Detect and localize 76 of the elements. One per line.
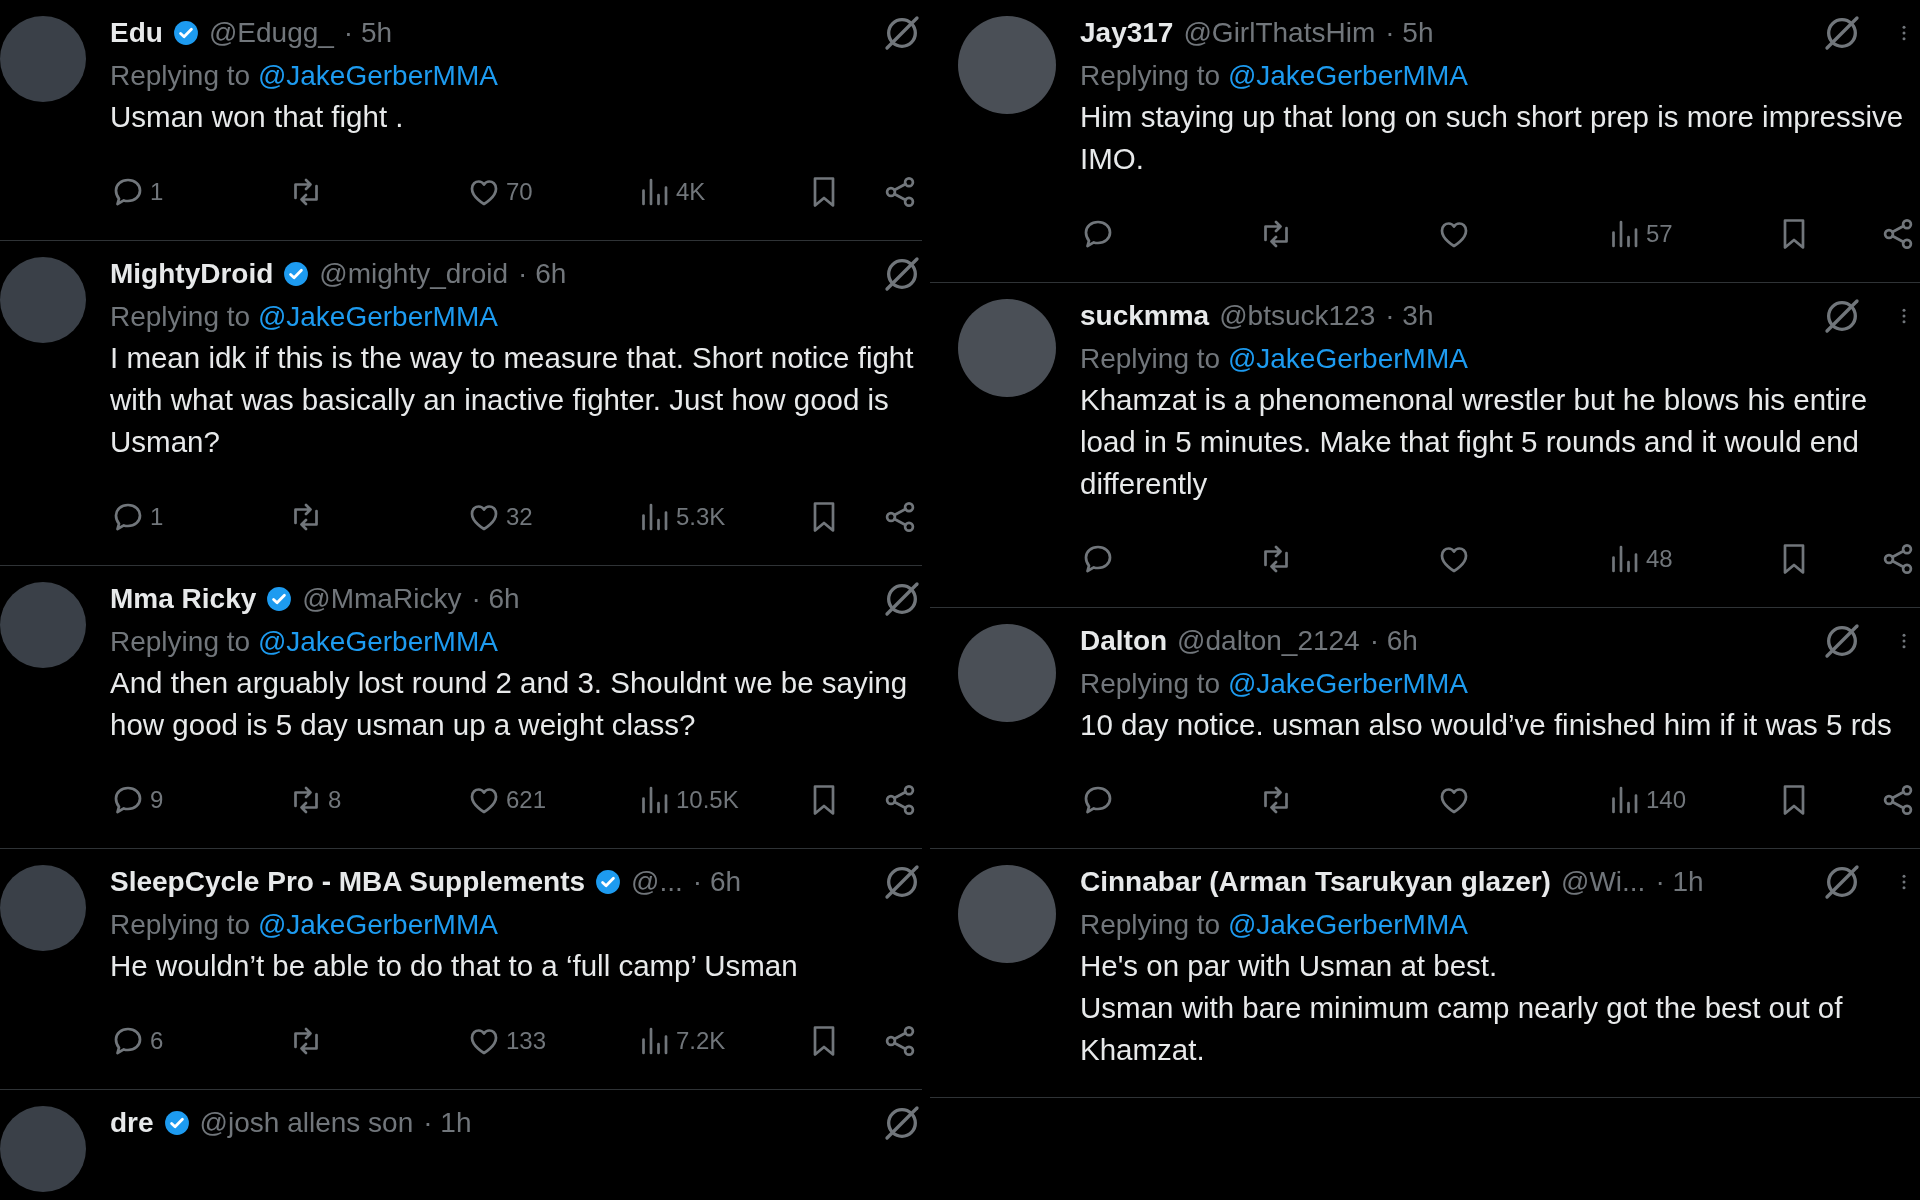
- slashed-circle-icon[interactable]: [882, 579, 922, 619]
- tweet-text: I mean idk if this is the way to measure that. Short notice fight with what was basically an inactive fighter. Just how good is Usman?: [110, 340, 915, 460]
- user-handle[interactable]: @josh allens son: [199, 1107, 414, 1139]
- views-count[interactable]: 7.2K: [636, 1023, 806, 1059]
- likes-button[interactable]: 32: [466, 499, 636, 535]
- replies-button[interactable]: 1: [110, 499, 288, 535]
- slashed-circle-icon[interactable]: [882, 862, 922, 902]
- views-count[interactable]: 10.5K: [636, 782, 806, 818]
- tweet-text: He's on par with Usman at best. Usman with bare minimum camp nearly got the best out of Khamzat.: [1080, 948, 1844, 1068]
- replying-to-line: Replying to @JakeGerberMMA: [1080, 667, 1469, 701]
- replying-to-line: Replying to @JakeGerberMMA: [1080, 342, 1469, 376]
- display-name[interactable]: Jay317: [1080, 17, 1174, 49]
- user-handle[interactable]: @mighty_droid: [319, 258, 509, 290]
- timestamp: · 6h: [518, 258, 567, 290]
- mention-link[interactable]: @JakeGerberMMA: [257, 301, 498, 332]
- replies-button[interactable]: 9: [110, 782, 288, 818]
- mention-link[interactable]: @JakeGerberMMA: [1227, 60, 1468, 91]
- tweet-text: 10 day notice. usman also would’ve finished him if it was 5 rds: [1080, 707, 1893, 743]
- slashed-circle-icon[interactable]: [882, 254, 922, 294]
- timestamp: · 5h: [1385, 17, 1434, 49]
- likes-button[interactable]: 621: [466, 782, 636, 818]
- slashed-circle-icon[interactable]: [1822, 13, 1862, 53]
- user-handle[interactable]: @Edugg_: [208, 17, 334, 49]
- tweet-text: He wouldn’t be able to do that to a ‘full camp’ Usman: [110, 948, 799, 984]
- replying-to-line: Replying to @JakeGerberMMA: [110, 625, 499, 659]
- user-handle[interactable]: @MmaRicky: [302, 583, 462, 615]
- slashed-circle-icon[interactable]: [1822, 296, 1862, 336]
- slashed-circle-icon[interactable]: [1822, 621, 1862, 661]
- display-name[interactable]: Cinnabar (Arman Tsarukyan glazer): [1080, 866, 1551, 898]
- user-handle[interactable]: @GirlThatsHim: [1183, 17, 1376, 49]
- display-name[interactable]: MightyDroid: [110, 258, 274, 290]
- slashed-circle-icon[interactable]: [882, 1103, 922, 1143]
- timestamp: · 5h: [343, 17, 393, 49]
- mention-link[interactable]: @JakeGerberMMA: [257, 60, 498, 91]
- mention-link[interactable]: @JakeGerberMMA: [1227, 668, 1468, 699]
- timestamp: · 6h: [1369, 625, 1418, 657]
- display-name[interactable]: Mma Ricky: [110, 583, 257, 615]
- tweet-text: Him staying up that long on such short prep is more impressive IMO.: [1080, 99, 1905, 177]
- views-count[interactable]: 140: [1606, 782, 1776, 818]
- views-count[interactable]: 4K: [636, 174, 806, 210]
- replying-to-line: Replying to @JakeGerberMMA: [1080, 59, 1469, 93]
- display-name[interactable]: Edu: [110, 17, 163, 49]
- display-name[interactable]: Dalton: [1080, 625, 1168, 657]
- likes-button[interactable]: 133: [466, 1023, 636, 1059]
- user-handle[interactable]: @dalton_2124: [1177, 625, 1360, 657]
- timestamp: · 6h: [471, 583, 520, 615]
- user-handle[interactable]: @btsuck123: [1219, 300, 1376, 332]
- timestamp: · 1h: [1655, 866, 1704, 898]
- mention-link[interactable]: @JakeGerberMMA: [1227, 909, 1468, 940]
- display-name[interactable]: suckmma: [1080, 300, 1210, 332]
- timestamp: · 6h: [692, 866, 742, 898]
- replies-button[interactable]: 1: [110, 174, 288, 210]
- mention-link[interactable]: @JakeGerberMMA: [1227, 343, 1468, 374]
- tweet-text: Usman won that fight .: [110, 99, 405, 135]
- mention-link[interactable]: @JakeGerberMMA: [257, 626, 498, 657]
- timestamp: · 3h: [1385, 300, 1434, 332]
- views-count[interactable]: 57: [1606, 216, 1776, 252]
- views-count[interactable]: 48: [1606, 541, 1776, 577]
- display-name[interactable]: dre: [110, 1107, 154, 1139]
- reposts-button[interactable]: 8: [288, 782, 466, 818]
- mention-link[interactable]: @JakeGerberMMA: [257, 909, 498, 940]
- replying-to-line: Replying to @JakeGerberMMA: [110, 59, 499, 93]
- replying-to-line: Replying to @JakeGerberMMA: [1080, 908, 1469, 942]
- display-name[interactable]: SleepCycle Pro - MBA Supplements: [110, 866, 586, 898]
- views-count[interactable]: 5.3K: [636, 499, 806, 535]
- tweet-text: Khamzat is a phenomenonal wrestler but he blows his entire load in 5 minutes. Make that fight 5 rounds and it would end differently: [1080, 382, 1869, 502]
- tweet-text: And then arguably lost round 2 and 3. Shouldnt we be saying how good is 5 day usman up a weight class?: [110, 665, 909, 743]
- timestamp: · 1h: [423, 1107, 472, 1139]
- slashed-circle-icon[interactable]: [882, 13, 922, 53]
- slashed-circle-icon[interactable]: [1822, 862, 1862, 902]
- replying-to-line: Replying to @JakeGerberMMA: [110, 300, 499, 334]
- user-handle[interactable]: @...: [631, 866, 683, 898]
- replying-to-line: Replying to @JakeGerberMMA: [110, 908, 499, 942]
- likes-button[interactable]: 70: [466, 174, 636, 210]
- user-handle[interactable]: @Wi...: [1560, 866, 1646, 898]
- replies-button[interactable]: 6: [110, 1023, 288, 1059]
